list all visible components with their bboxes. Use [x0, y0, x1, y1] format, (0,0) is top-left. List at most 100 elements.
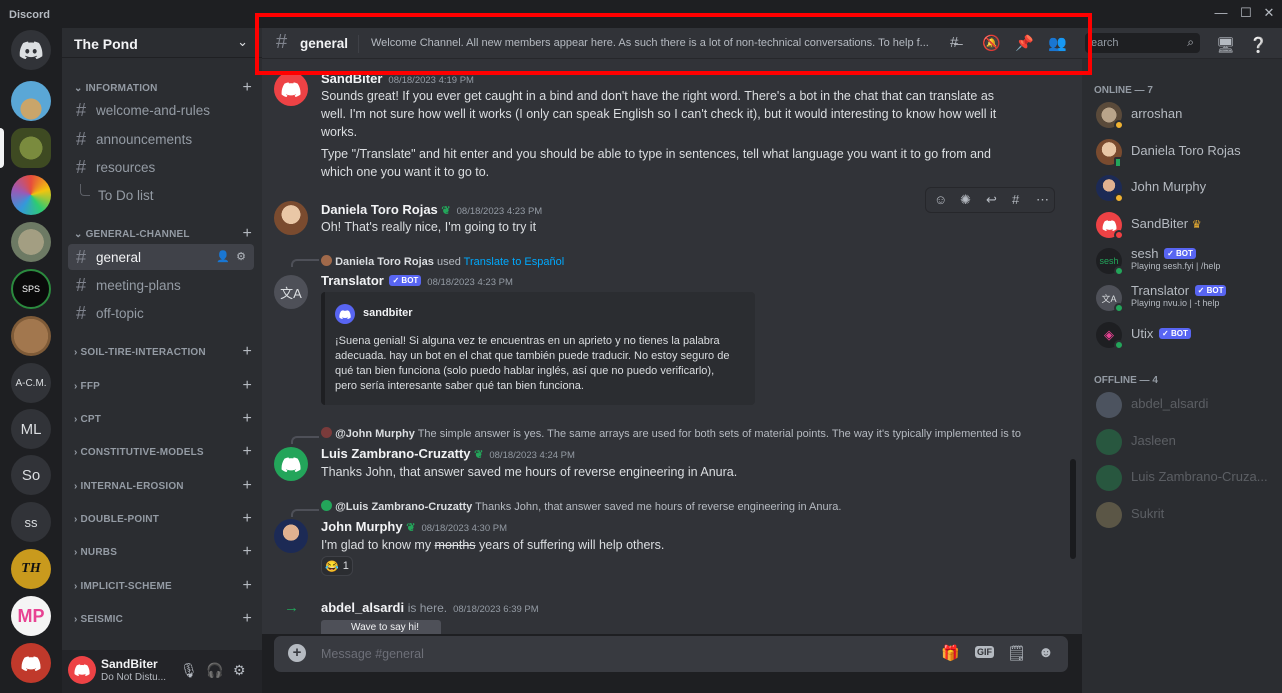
guild-header[interactable]: The Pond ⌄: [62, 28, 262, 58]
add-channel-icon[interactable]: +: [242, 510, 252, 528]
translator-avatar[interactable]: 文A: [274, 275, 308, 309]
message-author[interactable]: John Murphy ❦ 08/18/2023 4:30 PM: [321, 519, 507, 534]
sticker-icon[interactable]: 🗒: [1007, 644, 1026, 662]
gift-icon[interactable]: 🎁: [941, 644, 960, 662]
maximize-icon[interactable]: ☐: [1235, 4, 1257, 22]
pin-icon[interactable]: 📌: [1015, 34, 1034, 52]
avatar[interactable]: [274, 447, 308, 481]
reply-reference[interactable]: @Luis Zambrano-Cruzatty Thanks John, tha…: [321, 500, 841, 513]
user-settings-gear-icon[interactable]: ⚙: [233, 662, 246, 679]
add-channel-icon[interactable]: +: [242, 377, 252, 395]
member-sesh[interactable]: sesh sesh ✓ BOT Playing sesh.fyi | /help: [1092, 244, 1277, 278]
reply-reference[interactable]: @John Murphy The simple answer is yes. T…: [321, 427, 1021, 440]
member-jasleen[interactable]: Jasleen: [1092, 425, 1277, 459]
server-soil[interactable]: [11, 316, 51, 356]
invite-icon[interactable]: 👤: [216, 250, 230, 263]
server-sketch[interactable]: [11, 222, 51, 262]
channel-off-topic[interactable]: # off-topic: [68, 300, 254, 326]
channel-topic[interactable]: Welcome Channel. All new members appear …: [371, 37, 941, 49]
wave-button[interactable]: Wave to say hi!: [321, 620, 441, 634]
avatar[interactable]: [274, 519, 308, 553]
server-beach[interactable]: [11, 81, 51, 121]
notification-muted-icon[interactable]: 🔕: [982, 34, 1001, 52]
deafen-icon[interactable]: 🎧: [206, 662, 223, 679]
member-translator[interactable]: 文A Translator ✓ BOT Playing nvu.io | -t …: [1092, 281, 1277, 315]
create-thread-icon[interactable]: #: [1012, 192, 1019, 207]
server-ss[interactable]: ss: [11, 502, 51, 542]
member-abdel-alsardi[interactable]: abdel_alsardi: [1092, 388, 1277, 422]
member-list-icon[interactable]: 👥: [1048, 34, 1067, 52]
server-sps[interactable]: SPS: [11, 269, 51, 309]
message-input[interactable]: Message #general: [321, 647, 424, 661]
category-ffp[interactable]: › FFP +: [66, 377, 256, 395]
reaction-button[interactable]: 😂 1: [321, 556, 353, 576]
reply-icon[interactable]: ↩: [986, 192, 997, 208]
message-author[interactable]: Daniela Toro Rojas ❦ 08/18/2023 4:23 PM: [321, 202, 542, 217]
discord-home-icon[interactable]: [11, 30, 51, 70]
add-reaction-icon[interactable]: ☺: [934, 192, 947, 207]
category-internal-erosion[interactable]: › INTERNAL-EROSION +: [66, 477, 256, 495]
add-channel-icon[interactable]: +: [242, 79, 252, 97]
server-red-discord[interactable]: [11, 643, 51, 683]
add-channel-icon[interactable]: +: [242, 610, 252, 628]
member-daniela[interactable]: Daniela Toro Rojas: [1092, 135, 1277, 169]
add-channel-icon[interactable]: +: [242, 443, 252, 461]
category-constitutive-models[interactable]: › CONSTITUTIVE-MODELS +: [66, 443, 256, 461]
minimize-icon[interactable]: —: [1210, 4, 1232, 22]
chat-scrollbar[interactable]: [1070, 459, 1076, 559]
avatar[interactable]: [274, 72, 308, 106]
search-input[interactable]: earch ⌕: [1085, 33, 1200, 53]
gif-button[interactable]: GIF: [975, 646, 994, 658]
interaction-reference[interactable]: Daniela Toro Rojas used Translate to Esp…: [321, 255, 564, 268]
member-utix[interactable]: ◈ Utix ✓ BOT: [1092, 318, 1277, 352]
message-composer[interactable]: + Message #general 🎁 GIF 🗒 ☻: [274, 636, 1068, 672]
category-double-point[interactable]: › DOUBLE-POINT +: [66, 510, 256, 528]
server-the-pond[interactable]: [11, 128, 51, 168]
avatar[interactable]: [274, 201, 308, 235]
attach-plus-icon[interactable]: +: [288, 644, 306, 662]
channel-general[interactable]: # general 👤 ⚙: [68, 244, 254, 270]
server-acm[interactable]: A-C.M.: [11, 363, 51, 403]
add-channel-icon[interactable]: +: [242, 410, 252, 428]
category-implicit-scheme[interactable]: › IMPLICIT-SCHEME +: [66, 577, 256, 595]
member-john-murphy[interactable]: John Murphy: [1092, 171, 1277, 205]
thread-to-do-list[interactable]: To Do list: [68, 182, 254, 208]
category-nurbs[interactable]: › NURBS +: [66, 543, 256, 561]
member-sukrit[interactable]: Sukrit: [1092, 498, 1277, 532]
server-flower[interactable]: [11, 175, 51, 215]
channel-resources[interactable]: # resources: [68, 154, 254, 180]
inbox-icon[interactable]: 🖥: [1216, 36, 1235, 54]
emoji-icon[interactable]: ☻: [1038, 644, 1054, 661]
add-channel-icon[interactable]: +: [242, 577, 252, 595]
message-author[interactable]: Translator ✓ BOT 08/18/2023 4:23 PM: [321, 273, 513, 288]
add-channel-icon[interactable]: +: [242, 343, 252, 361]
add-channel-icon[interactable]: +: [242, 543, 252, 561]
user-avatar[interactable]: [68, 656, 96, 684]
message-author[interactable]: Luis Zambrano-Cruzatty ❦ 08/18/2023 4:24 …: [321, 446, 575, 461]
message-author[interactable]: SandBiter 08/18/2023 4:19 PM: [321, 71, 474, 86]
more-icon[interactable]: ⋯: [1036, 192, 1049, 208]
add-channel-icon[interactable]: +: [242, 477, 252, 495]
threads-icon[interactable]: #̶: [950, 34, 958, 51]
super-reaction-icon[interactable]: ✺: [960, 192, 971, 208]
member-arroshan[interactable]: arroshan: [1092, 98, 1277, 132]
server-ml[interactable]: ML: [11, 409, 51, 449]
member-sandbiter[interactable]: SandBiter ♛: [1092, 208, 1277, 242]
member-luis[interactable]: Luis Zambrano-Cruza...: [1092, 461, 1277, 495]
help-icon[interactable]: ❔: [1249, 36, 1268, 54]
category-information[interactable]: ⌄ INFORMATION +: [66, 79, 256, 97]
close-icon[interactable]: ✕: [1258, 4, 1280, 22]
channel-meeting-plans[interactable]: # meeting-plans: [68, 272, 254, 298]
server-mp[interactable]: MP: [11, 596, 51, 636]
server-th[interactable]: TH: [11, 549, 51, 589]
channel-announcements[interactable]: # announcements: [68, 126, 254, 152]
category-general-channel[interactable]: ⌄ GENERAL-CHANNEL +: [66, 225, 256, 243]
gear-icon[interactable]: ⚙: [236, 250, 246, 263]
category-seismic[interactable]: › SEISMIC +: [66, 610, 256, 628]
server-so[interactable]: So: [11, 455, 51, 495]
category-cpt[interactable]: › CPT +: [66, 410, 256, 428]
mute-mic-icon[interactable]: 🎙: [180, 662, 198, 679]
channel-welcome-and-rules[interactable]: # welcome-and-rules: [68, 97, 254, 123]
message-author[interactable]: abdel_alsardi is here. 08/18/2023 6:39 PM: [321, 600, 539, 615]
chevron-down-icon[interactable]: ⌄: [237, 34, 248, 50]
